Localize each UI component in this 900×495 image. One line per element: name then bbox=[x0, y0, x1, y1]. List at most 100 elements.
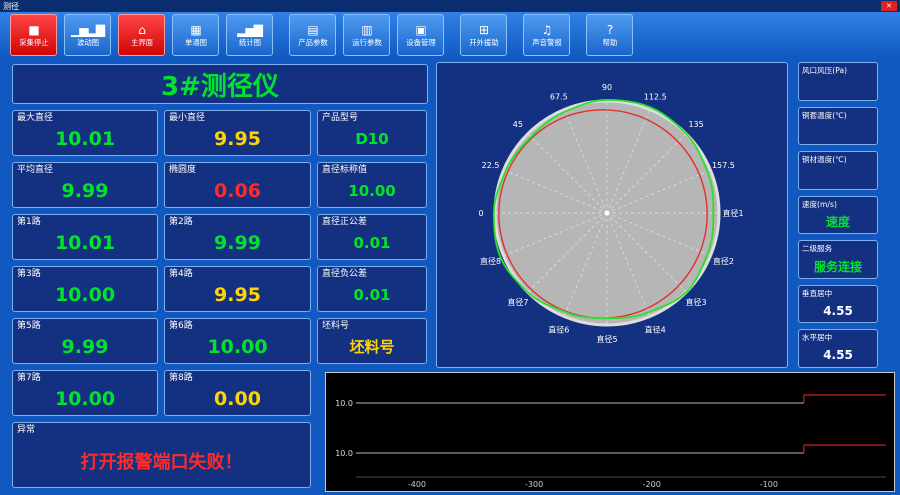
polar-chart: 0 22.5 45 67.5 90 112.5 135 157.5 直径1 直径2 直径3 直径4 直径… bbox=[478, 83, 743, 344]
measure-box-tolerance-minus: 直径负公差 0.01 bbox=[317, 266, 427, 312]
measure-box-tolerance-plus: 直径正公差 0.01 bbox=[317, 214, 427, 260]
measure-box-path-2: 第2路 9.99 bbox=[164, 214, 311, 260]
toolbar-button-label: 设备管理 bbox=[405, 37, 436, 47]
svg-text:0: 0 bbox=[478, 209, 483, 218]
toolbar-button-label: 统计图 bbox=[238, 37, 261, 47]
measure-value: 9.99 bbox=[214, 231, 261, 254]
measure-label: 最大直径 bbox=[17, 113, 54, 123]
close-icon[interactable]: ✕ bbox=[881, 1, 897, 11]
toolbar-button-label: 运行参数 bbox=[351, 37, 382, 47]
measure-box-path-3: 第3路 10.00 bbox=[12, 266, 158, 312]
measure-box-avg-diameter: 平均直径 9.99 bbox=[12, 162, 158, 208]
stats-chart-icon: ▂▅▇ bbox=[237, 22, 263, 37]
measure-label: 平均直径 bbox=[17, 165, 54, 175]
toolbar-button-label: 波动图 bbox=[76, 37, 99, 47]
svg-text:直径2: 直径2 bbox=[713, 256, 734, 266]
measure-label: 第4路 bbox=[169, 269, 193, 279]
status-column: 风口风压(Pa) 铜套温度(℃) 铜材温度(℃) 速度(m/s) 速度二级服务服务连接垂… bbox=[798, 62, 878, 369]
measure-value: 坯料号 bbox=[349, 337, 395, 356]
svg-text:直径1: 直径1 bbox=[722, 208, 743, 218]
toolbar-button-label: 帮助 bbox=[602, 37, 617, 47]
measure-value: 0.00 bbox=[214, 387, 261, 410]
svg-text:22.5: 22.5 bbox=[482, 161, 500, 170]
svg-text:157.5: 157.5 bbox=[712, 161, 735, 170]
svg-text:-200: -200 bbox=[643, 480, 661, 489]
status-value: 服务连接 bbox=[813, 259, 862, 274]
toolbar-button-label: 产品参数 bbox=[297, 37, 328, 47]
status-box-horizontal-center: 水平居中 4.55 bbox=[798, 329, 878, 369]
measure-box-min-diameter: 最小直径 9.95 bbox=[164, 110, 311, 156]
measure-value: 10.01 bbox=[54, 127, 116, 150]
toolbar-button-label: 单通图 bbox=[184, 37, 207, 47]
status-box-air-pressure: 风口风压(Pa) bbox=[798, 62, 878, 101]
stop-capture-icon: ■ bbox=[28, 22, 39, 37]
toolbar-button-remote-assist[interactable]: ⊞ 开外援助 bbox=[460, 14, 507, 56]
status-label: 风口风压(Pa) bbox=[801, 66, 848, 75]
svg-text:-400: -400 bbox=[408, 480, 426, 489]
run-params-icon: ▥ bbox=[361, 22, 372, 37]
measure-value: 9.95 bbox=[214, 283, 261, 306]
alarm-message: 打开报警端口失败！ bbox=[80, 452, 243, 473]
svg-text:90: 90 bbox=[602, 83, 612, 92]
svg-text:-100: -100 bbox=[760, 480, 778, 489]
remote-assist-icon: ⊞ bbox=[478, 22, 489, 37]
measure-box-path-4: 第4路 9.95 bbox=[164, 266, 311, 312]
measure-value: 0.01 bbox=[353, 233, 391, 252]
trend-chart: 10.0 10.0 -400 -300 -200 -100 bbox=[335, 394, 886, 489]
product-params-icon: ▤ bbox=[307, 22, 318, 37]
measure-label: 直径标称值 bbox=[322, 165, 368, 175]
status-value: 速度 bbox=[825, 215, 850, 230]
measure-value: 10.00 bbox=[54, 283, 116, 306]
toolbar-button-stop-capture[interactable]: ■ 采集停止 bbox=[10, 14, 57, 56]
device-manage-icon: ▣ bbox=[415, 22, 426, 37]
toolbar-button-device-manage[interactable]: ▣ 设备管理 bbox=[397, 14, 444, 56]
measure-box-nominal-diameter: 直径标称值 10.00 bbox=[317, 162, 427, 208]
status-box-vertical-center: 垂直居中 4.55 bbox=[798, 284, 878, 324]
toolbar-button-product-params[interactable]: ▤ 产品参数 bbox=[289, 14, 336, 56]
svg-text:直径6: 直径6 bbox=[548, 324, 569, 334]
measure-value: 0.01 bbox=[353, 285, 391, 304]
measure-label: 直径正公差 bbox=[322, 217, 368, 227]
measure-value: 9.95 bbox=[214, 127, 261, 150]
status-label: 铜材温度(℃) bbox=[801, 155, 847, 164]
svg-text:67.5: 67.5 bbox=[550, 93, 568, 102]
measure-label: 最小直径 bbox=[169, 113, 206, 123]
status-box-sleeve-temp: 铜套温度(℃) bbox=[798, 106, 878, 146]
toolbar-button-label: 声音警报 bbox=[531, 37, 562, 47]
toolbar-button-run-params[interactable]: ▥ 运行参数 bbox=[343, 14, 390, 56]
svg-text:10.0: 10.0 bbox=[335, 449, 353, 458]
measure-box-path-1: 第1路 10.01 bbox=[12, 214, 158, 260]
measure-label: 第6路 bbox=[169, 321, 193, 331]
svg-text:135: 135 bbox=[688, 120, 703, 129]
measurement-grid: 最大直径 10.01 最小直径 9.95 产品型号 D10 平均直径 9.99 椭圆度 0.06 直… bbox=[12, 110, 428, 416]
svg-text:45: 45 bbox=[513, 120, 523, 129]
sound-alarm-icon: ♫ bbox=[541, 22, 553, 37]
toolbar-button-sound-alarm[interactable]: ♫ 声音警报 bbox=[523, 14, 570, 56]
measure-box-ovality: 椭圆度 0.06 bbox=[164, 162, 311, 208]
toolbar-button-label: 主界面 bbox=[130, 37, 153, 47]
status-box-speed: 速度(m/s) 速度 bbox=[798, 195, 878, 235]
measure-label: 第7路 bbox=[17, 373, 41, 383]
svg-text:直径8: 直径8 bbox=[480, 256, 501, 266]
svg-text:直径7: 直径7 bbox=[507, 297, 528, 307]
status-box-service-link: 二级服务服务连接 bbox=[798, 240, 878, 279]
toolbar-button-stats-chart[interactable]: ▂▅▇ 统计图 bbox=[226, 14, 273, 56]
measure-value: 10.00 bbox=[348, 181, 396, 200]
status-label: 水平居中 bbox=[801, 333, 833, 343]
measure-label: 直径负公差 bbox=[322, 269, 368, 279]
measure-label: 第2路 bbox=[169, 217, 193, 227]
svg-text:112.5: 112.5 bbox=[644, 93, 667, 102]
gauge-title-panel: 3#测径仪 bbox=[12, 64, 428, 104]
toolbar-button-single-chart[interactable]: ▦ 单通图 bbox=[172, 14, 219, 56]
gauge-title: 3#测径仪 bbox=[161, 71, 279, 102]
toolbar-button-main-screen[interactable]: ⌂ 主界面 bbox=[118, 14, 165, 56]
status-label: 二级服务 bbox=[801, 244, 833, 254]
toolbar-button-help[interactable]: ? 帮助 bbox=[586, 14, 633, 56]
measure-box-path-5: 第5路 9.99 bbox=[12, 318, 158, 364]
toolbar-button-wave-chart[interactable]: ▁▅▂▇ 波动图 bbox=[64, 14, 111, 56]
measure-value: 10.00 bbox=[207, 335, 268, 358]
measure-box-max-diameter: 最大直径 10.01 bbox=[12, 110, 158, 156]
measure-value: 0.06 bbox=[214, 179, 261, 202]
titlebar: 测径 ✕ bbox=[0, 0, 900, 12]
measure-label: 坯料号 bbox=[322, 321, 350, 331]
